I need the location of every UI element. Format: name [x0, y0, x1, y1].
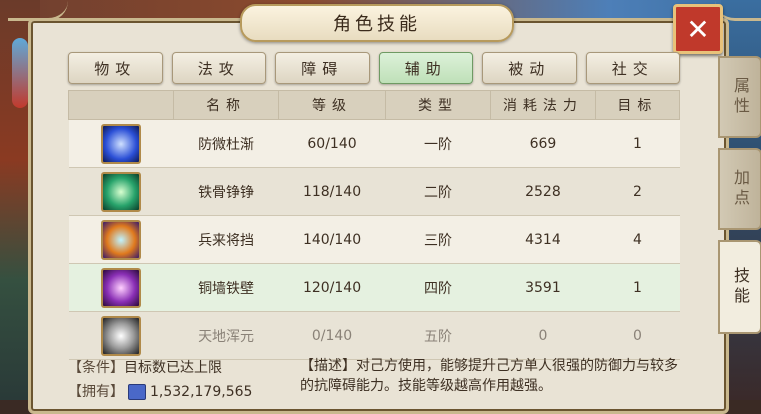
table-row[interactable]: 铜墙铁壁 120/140 四阶 3591 1 [68, 263, 680, 312]
skill-description: 【描述】对己方使用，能够提升己方单人很强的防御力与较多的抗障碍能力。技能等级越高… [300, 356, 685, 396]
owned-line: 【拥有】 1,532,179,565 [68, 380, 252, 404]
skill-type: 四阶 [385, 263, 491, 312]
skill-name: 天地浑元 [173, 311, 279, 360]
purple-wall-skill-icon [101, 267, 141, 308]
desc-text: 对己方使用，能够提升己方单人很强的防御力与较多的抗障碍能力。技能等级越高作用越强… [300, 358, 678, 394]
header-level: 等级 [278, 90, 386, 120]
skill-name: 防微杜渐 [173, 119, 279, 168]
header-type: 类型 [384, 90, 492, 120]
condition-line: 【条件】目标数已达上限 [68, 356, 252, 380]
panel-title-plate: 角色技能 [240, 4, 514, 42]
blue-wing-skill-icon [101, 123, 141, 164]
side-tab-label: 技能 [731, 267, 750, 307]
table-row[interactable]: 铁骨铮铮 118/140 二阶 2528 2 [68, 167, 680, 216]
charm-ornament [12, 38, 28, 108]
close-button[interactable]: ✕ [673, 4, 723, 54]
skill-type: 二阶 [385, 167, 491, 216]
skill-type: 五阶 [385, 311, 491, 360]
table-row[interactable]: 兵来将挡 140/140 三阶 4314 4 [68, 215, 680, 264]
skill-level: 60/140 [278, 119, 386, 168]
owned-value: 1,532,179,565 [150, 384, 253, 400]
skill-mana: 0 [490, 311, 596, 360]
condition-tag: 【条件】 [68, 360, 124, 376]
tab-social[interactable]: 社交 [585, 52, 680, 84]
skill-mana: 2528 [490, 167, 596, 216]
skill-book-icon [128, 384, 146, 400]
skill-target: 1 [595, 119, 680, 168]
skill-name: 铁骨铮铮 [173, 167, 279, 216]
side-tab-attributes[interactable]: 属性 [718, 56, 761, 138]
skill-type: 三阶 [385, 215, 491, 264]
skill-mana: 669 [490, 119, 596, 168]
close-icon: ✕ [686, 12, 710, 46]
table-row[interactable]: 天地浑元 0/140 五阶 0 0 [68, 311, 680, 360]
skill-category-tabs: 物攻 法攻 障碍 辅助 被动 社交 [68, 52, 680, 84]
skill-level: 118/140 [278, 167, 386, 216]
tab-magic-attack[interactable]: 法攻 [171, 52, 266, 84]
side-tab-points[interactable]: 加点 [718, 148, 761, 230]
header-name: 名称 [173, 90, 280, 120]
skill-mana: 4314 [490, 215, 596, 264]
skill-level: 0/140 [278, 311, 386, 360]
skill-name: 铜墙铁壁 [173, 263, 279, 312]
skill-status: 【条件】目标数已达上限 【拥有】 1,532,179,565 [68, 356, 252, 404]
skill-type: 一阶 [385, 119, 491, 168]
page-title: 角色技能 [333, 14, 421, 35]
tab-physical-attack[interactable]: 物攻 [68, 52, 163, 84]
header-target: 目标 [594, 90, 681, 120]
condition-text: 目标数已达上限 [124, 360, 222, 376]
skill-target: 0 [595, 311, 680, 360]
orange-shield-skill-icon [101, 219, 141, 260]
side-tabs: 属性 加点 技能 [718, 56, 761, 344]
tab-obstruction[interactable]: 障碍 [275, 52, 370, 84]
skill-target: 2 [595, 167, 680, 216]
skill-level: 140/140 [278, 215, 386, 264]
skill-target: 4 [595, 215, 680, 264]
side-tab-label: 属性 [731, 77, 750, 117]
skill-mana: 3591 [490, 263, 596, 312]
skill-target: 1 [595, 263, 680, 312]
header-mana: 消耗法力 [490, 90, 596, 120]
green-bone-skill-icon [101, 171, 141, 212]
table-header-row: 名称 等级 类型 消耗法力 目标 [67, 90, 681, 120]
header-icon [67, 90, 175, 120]
tab-support[interactable]: 辅助 [378, 52, 473, 84]
white-light-skill-icon [101, 315, 141, 356]
owned-tag: 【拥有】 [68, 384, 124, 400]
skill-table: 名称 等级 类型 消耗法力 目标 防微杜渐 60/140 一阶 669 1 铁骨… [67, 90, 681, 360]
skill-name: 兵来将挡 [173, 215, 279, 264]
side-tab-label: 加点 [731, 169, 750, 209]
desc-tag: 【描述】 [300, 358, 356, 374]
tab-passive[interactable]: 被动 [482, 52, 577, 84]
table-row[interactable]: 防微杜渐 60/140 一阶 669 1 [68, 119, 680, 168]
side-tab-skills[interactable]: 技能 [718, 240, 761, 334]
skill-level: 120/140 [278, 263, 386, 312]
